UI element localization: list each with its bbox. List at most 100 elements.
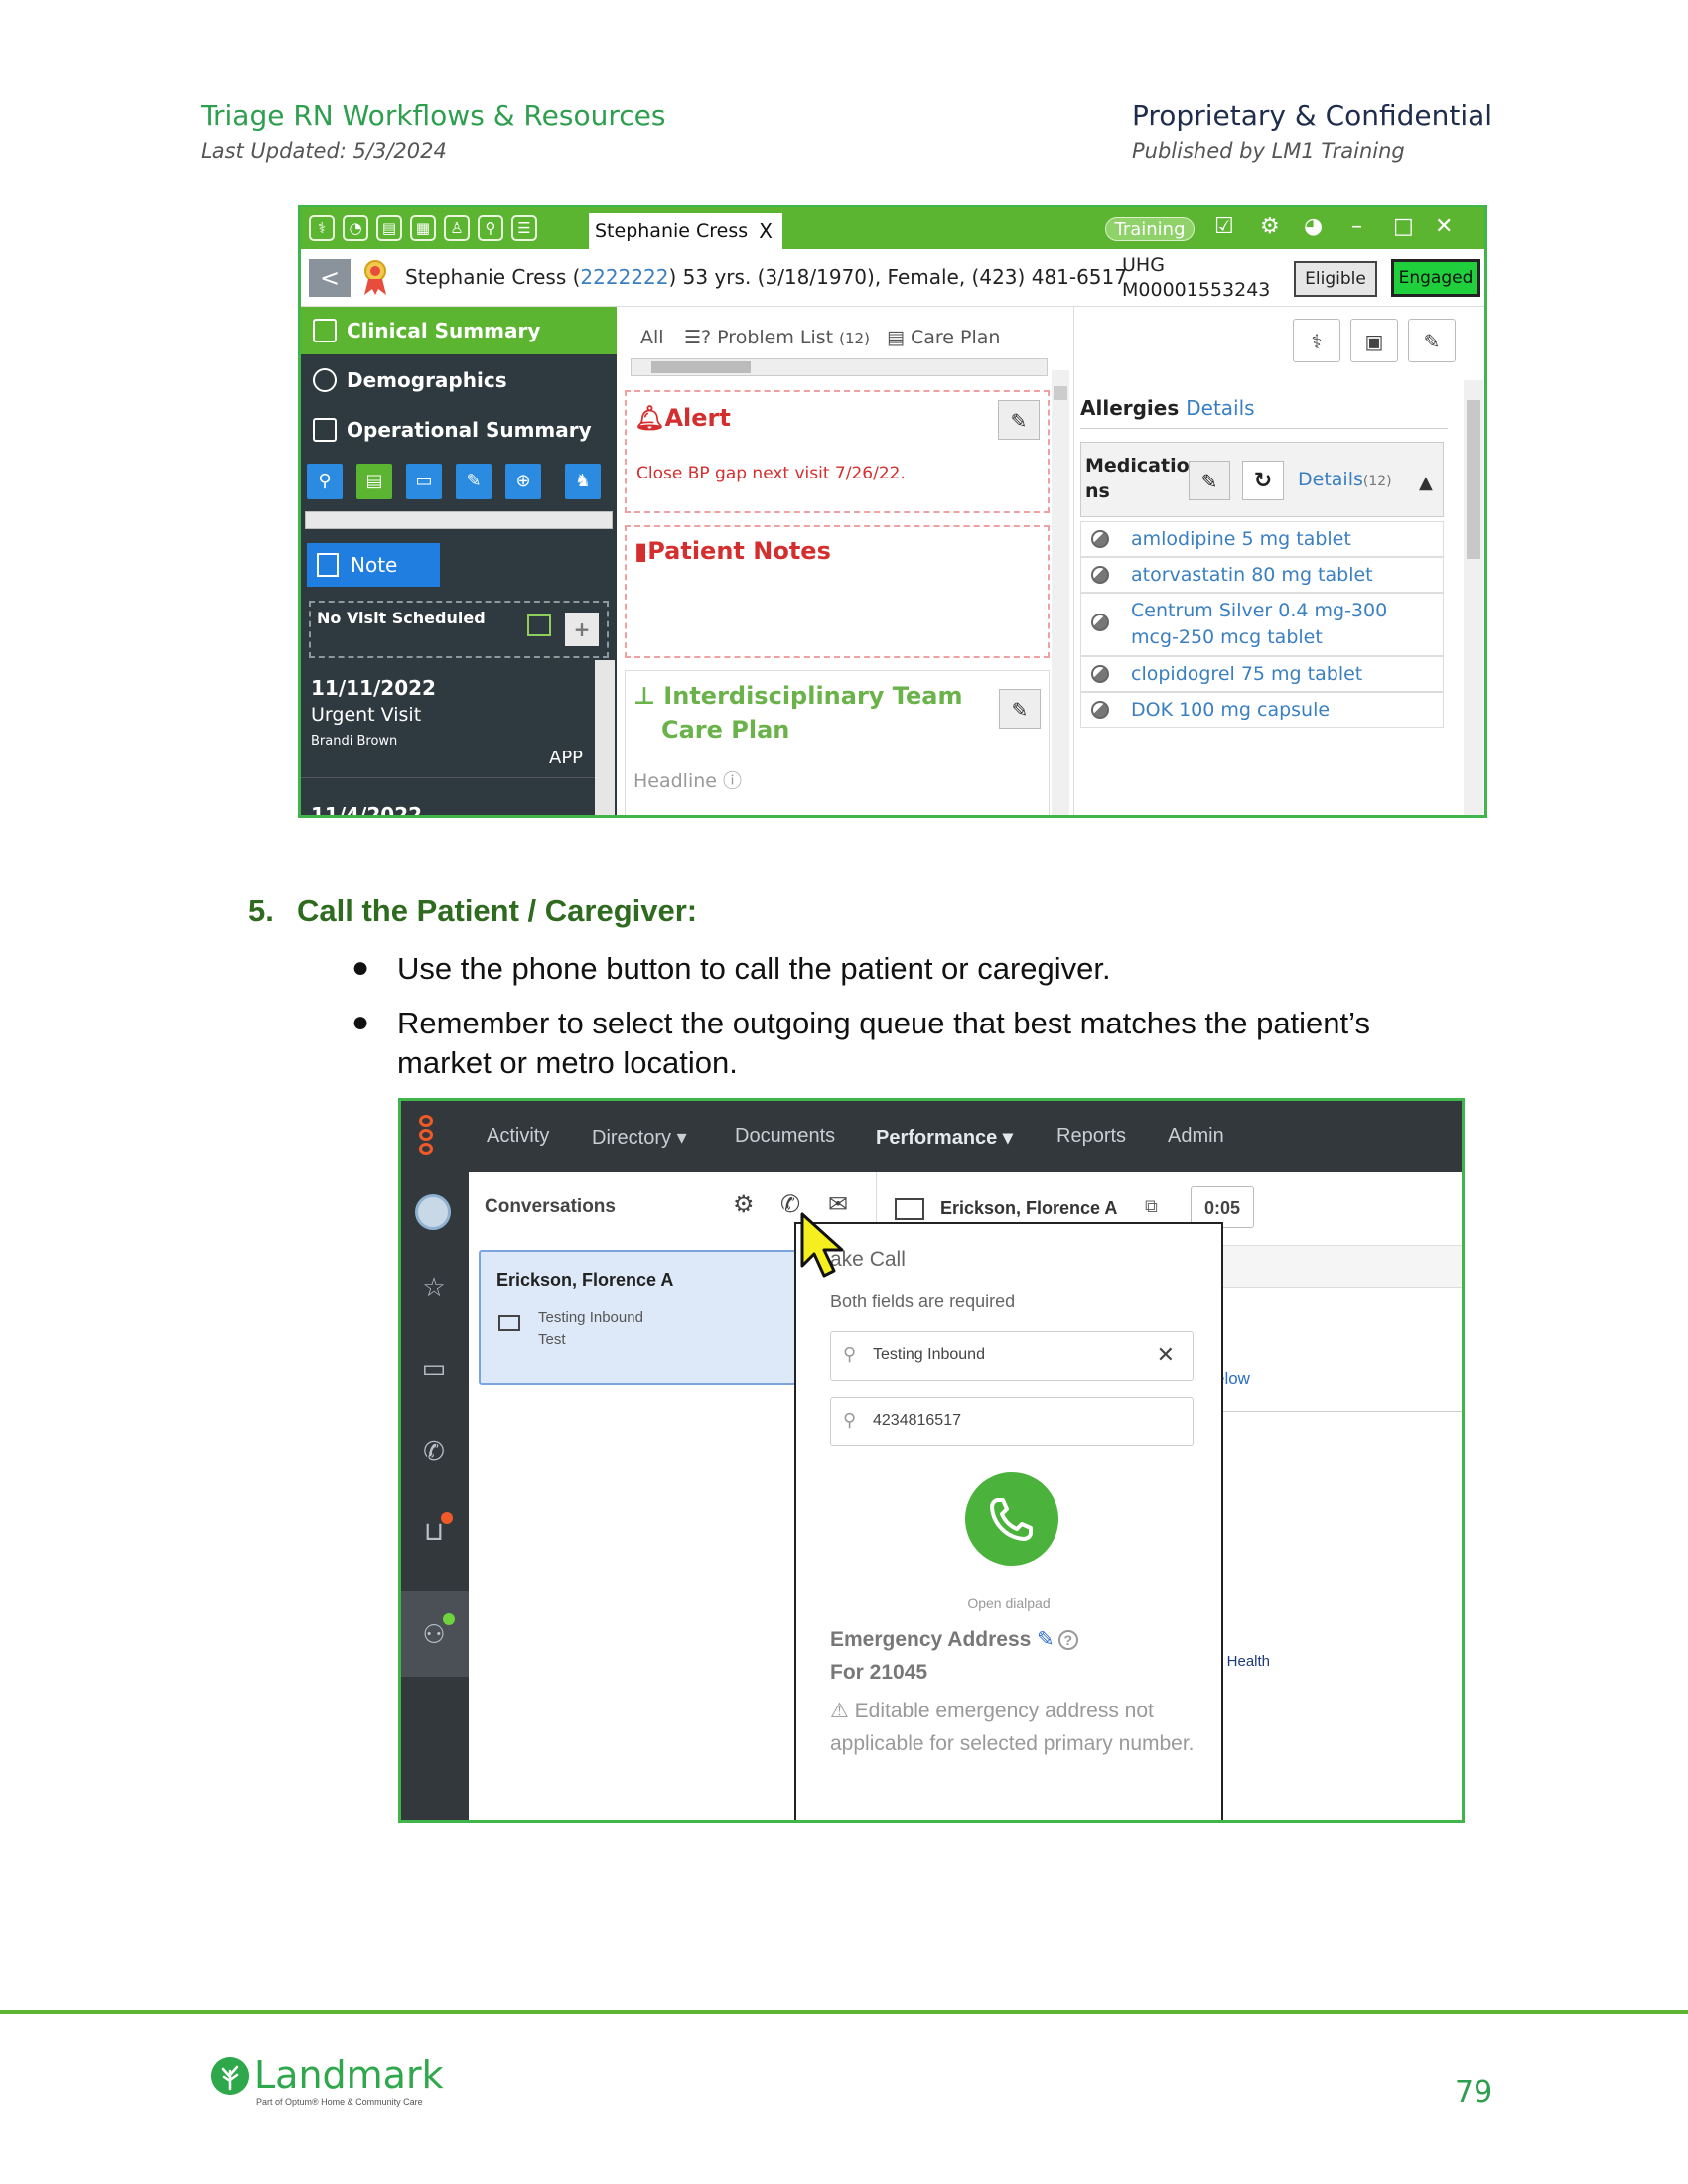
user-avatar[interactable] xyxy=(415,1194,451,1230)
close-tab-icon[interactable]: X xyxy=(759,219,773,243)
gear-icon[interactable]: ⚙ xyxy=(733,1190,755,1219)
queue-field[interactable]: ⚲ Testing Inbound ✕ xyxy=(830,1331,1194,1381)
phone-icon[interactable]: ✆ xyxy=(417,1434,451,1468)
conversation-card[interactable]: Erickson, Florence A Testing Inbound Tes… xyxy=(479,1250,796,1385)
nav-performance[interactable]: Performance ▾ xyxy=(876,1125,1013,1150)
edit-medications-button[interactable]: ✎ xyxy=(1189,461,1230,500)
tab-patient[interactable]: Stephanie Cress X xyxy=(589,213,782,249)
nav-documents[interactable]: Documents xyxy=(735,1125,835,1148)
conversations-title: Conversations xyxy=(485,1196,616,1217)
maximize-icon[interactable]: □ xyxy=(1393,214,1414,239)
edit-care-plan-button[interactable]: ✎ xyxy=(999,689,1041,729)
visit-list-scrollbar[interactable] xyxy=(595,660,615,815)
medication-item[interactable]: atorvastatin 80 mg tablet xyxy=(1080,557,1444,593)
tab-care-plan[interactable]: ▤ Care Plan xyxy=(887,327,1000,348)
calendar-icon[interactable] xyxy=(527,614,551,636)
patient-demographics: Stephanie Cress (2222222) 53 yrs. (3/18/… xyxy=(405,265,1127,289)
open-dialpad-link[interactable]: Open dialpad xyxy=(796,1595,1221,1611)
nav-admin[interactable]: Admin xyxy=(1168,1125,1224,1148)
genesys-screenshot: Activity Directory ▾ Documents Performan… xyxy=(398,1098,1465,1823)
note-button[interactable]: Note xyxy=(307,543,440,587)
star-icon[interactable]: ☆ xyxy=(417,1270,451,1303)
ehr-screenshot: ⚕ ◔ ▤ ▦ ♙ ⚲ ☰ Stephanie Cress X Training… xyxy=(298,205,1487,818)
medication-item[interactable]: clopidogrel 75 mg tablet xyxy=(1080,656,1444,692)
patient-banner: < Stephanie Cress (2222222) 53 yrs. (3/1… xyxy=(301,249,1484,307)
document-settings-icon[interactable]: ▣ xyxy=(1350,319,1398,362)
medications-details-link[interactable]: Details(12) xyxy=(1298,469,1392,490)
panel-scrollbar[interactable] xyxy=(1052,370,1069,815)
divider xyxy=(1080,428,1448,429)
bullet-icon: ● xyxy=(352,1006,370,1038)
folder-icon[interactable]: ▭ xyxy=(406,464,442,499)
allergies-details-link[interactable]: Details xyxy=(1186,396,1254,420)
info-icon: ⓘ xyxy=(723,770,743,792)
clipboard-icon[interactable]: ▤ xyxy=(376,215,402,241)
search-icon: ⚲ xyxy=(843,1410,857,1430)
copy-icon[interactable]: ⧉ xyxy=(1145,1196,1158,1217)
interaction-name: Erickson, Florence A xyxy=(940,1198,1118,1218)
gear-icon[interactable]: ⚙ xyxy=(1260,214,1280,239)
emergency-address-warning: ⚠ Editable emergency address not applica… xyxy=(830,1700,1195,1755)
divider xyxy=(301,777,595,778)
training-badge: Training xyxy=(1105,217,1195,241)
checklist-icon[interactable]: ☑ xyxy=(1214,214,1234,239)
clipboard-filter-icon[interactable]: ▤ xyxy=(356,464,392,499)
sidebar-item-operational-summary[interactable]: Operational Summary xyxy=(301,406,617,454)
genesys-logo-icon xyxy=(419,1115,435,1155)
panel-scrollbar[interactable] xyxy=(1464,380,1483,815)
stethoscope-icon[interactable]: ⚕ xyxy=(1293,319,1340,362)
collapse-icon[interactable]: ▲ xyxy=(1419,473,1433,493)
tab-problem-list[interactable]: ☰? Problem List (12) xyxy=(684,327,870,348)
edit-document-icon[interactable]: ✎ xyxy=(456,464,492,499)
clinical-summary-icon xyxy=(313,319,337,342)
sidebar-toolbar: ⚲ ▤ ▭ ✎ ⊕ ♞ xyxy=(307,464,611,503)
help-icon[interactable]: ? xyxy=(1057,1630,1078,1651)
add-record-icon[interactable]: ⊕ xyxy=(505,464,541,499)
caduceus-icon[interactable]: ⚕ xyxy=(309,215,335,241)
speedometer-icon[interactable]: ◕ xyxy=(1304,214,1323,239)
nav-activity[interactable]: Activity xyxy=(487,1125,549,1148)
visit-date[interactable]: 11/11/2022 xyxy=(311,676,436,700)
phone-number-field[interactable]: ⚲ 4234816517 xyxy=(830,1397,1194,1446)
add-visit-button[interactable]: + xyxy=(565,613,599,646)
video-icon[interactable]: ▭ xyxy=(417,1351,451,1385)
back-button[interactable]: < xyxy=(309,259,351,297)
tabs-scrollbar[interactable] xyxy=(631,358,1048,376)
eligible-button[interactable]: Eligible xyxy=(1294,261,1377,297)
patient-search-icon[interactable]: ⚲ xyxy=(478,215,503,241)
sidebar-item-demographics[interactable]: Demographics xyxy=(301,356,617,404)
doctor-icon[interactable]: ♙ xyxy=(444,215,470,241)
ehr-sidebar: Clinical Summary Demographics Operationa… xyxy=(301,307,617,815)
patient-card-icon[interactable]: ☰ xyxy=(511,215,537,241)
medication-item[interactable]: Centrum Silver 0.4 mg-300 mcg-250 mcg tab… xyxy=(1080,593,1444,656)
sidebar-item-clinical-summary[interactable]: Clinical Summary xyxy=(301,307,617,354)
pencil-icon[interactable]: ✎ xyxy=(1037,1628,1055,1651)
calendar-icon[interactable]: ▦ xyxy=(410,215,436,241)
edit-alert-button[interactable]: ✎ xyxy=(998,400,1040,440)
gorilla-icon[interactable]: ♞ xyxy=(565,464,601,499)
presence-dot xyxy=(443,1613,455,1625)
minimize-icon[interactable]: – xyxy=(1351,214,1362,239)
tab-all[interactable]: All xyxy=(640,327,664,348)
refresh-icon[interactable]: ↻ xyxy=(1242,461,1284,500)
nav-directory[interactable]: Directory ▾ xyxy=(592,1125,687,1150)
call-button[interactable] xyxy=(965,1472,1058,1566)
patient-avatar-icon xyxy=(364,260,386,295)
dashboard-icon[interactable]: ◔ xyxy=(343,215,368,241)
medication-item[interactable]: DOK 100 mg capsule xyxy=(1080,692,1444,728)
pill-icon xyxy=(1091,566,1109,584)
publisher-label: Published by LM1 Training xyxy=(1132,139,1405,163)
engaged-button[interactable]: Engaged xyxy=(1391,259,1480,297)
footer-divider xyxy=(0,2010,1688,2014)
sidebar-scrollbar[interactable] xyxy=(305,511,613,529)
medication-item[interactable]: amlodipine 5 mg tablet xyxy=(1080,521,1444,557)
genesys-sidebar: ☆ ▭ ✆ ⊔ ⚇ xyxy=(401,1172,469,1820)
close-window-icon[interactable]: ✕ xyxy=(1435,214,1453,239)
clear-icon[interactable]: ✕ xyxy=(1157,1342,1175,1368)
patient-mrn-link[interactable]: 2222222 xyxy=(580,265,668,289)
nav-reports[interactable]: Reports xyxy=(1056,1125,1126,1148)
visit-date[interactable]: 11/4/2022 xyxy=(311,803,422,815)
search-icon[interactable]: ⚲ xyxy=(307,464,343,499)
pill-icon xyxy=(1091,614,1109,631)
edit-document-icon[interactable]: ✎ xyxy=(1408,319,1456,362)
